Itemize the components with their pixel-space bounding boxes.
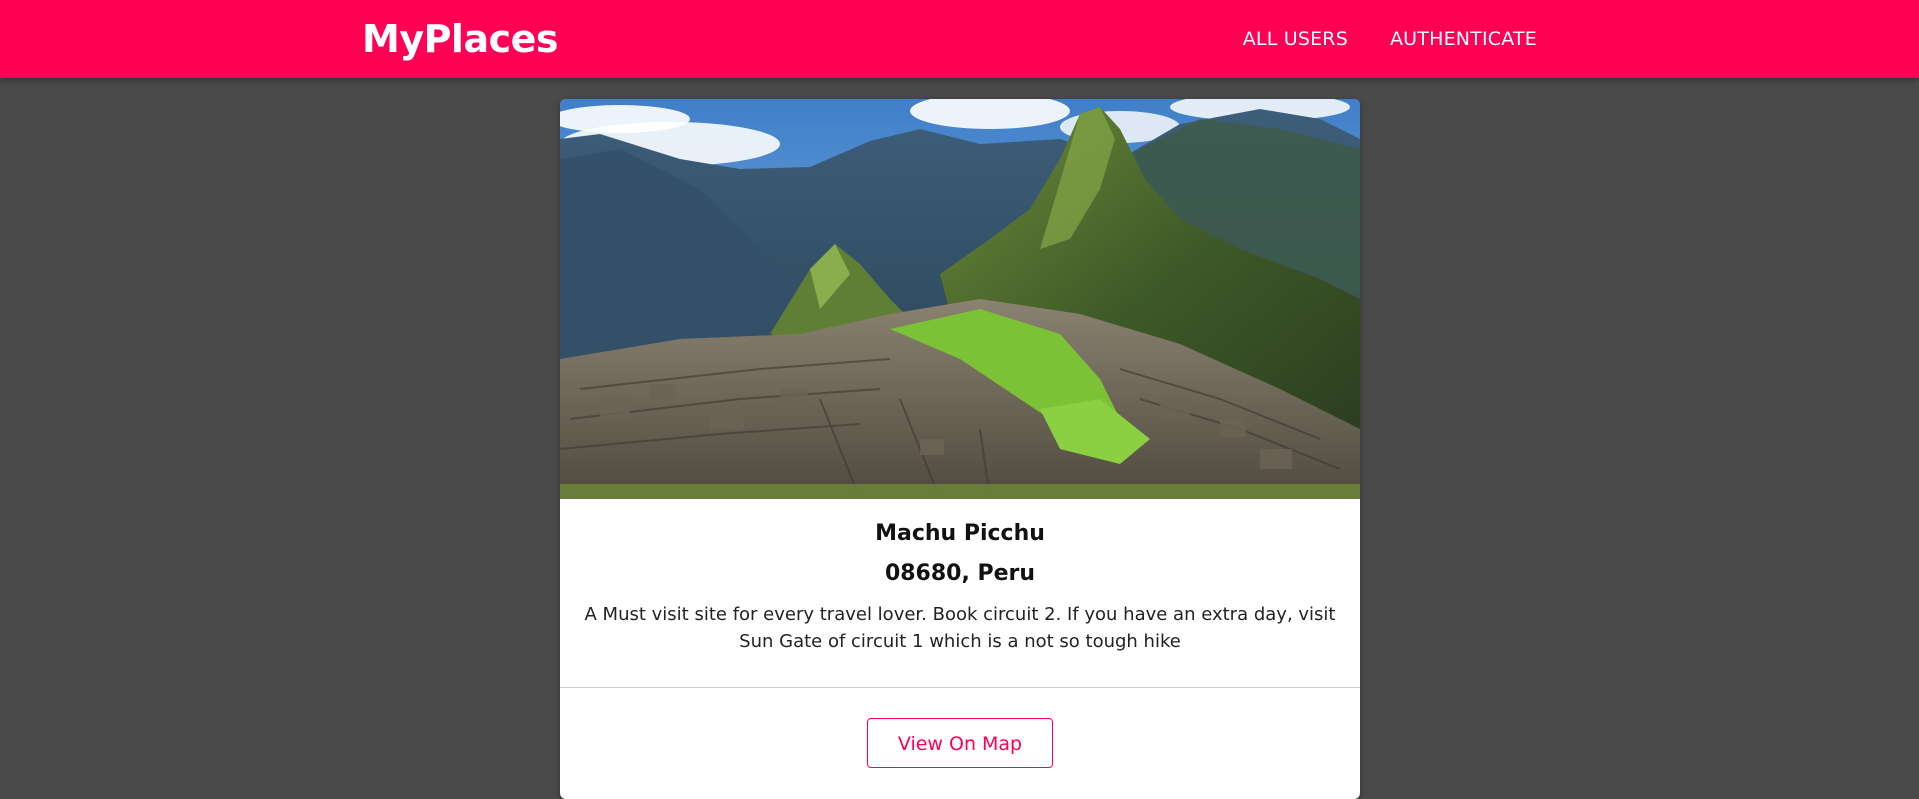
place-address: 08680, Peru [884, 561, 1036, 586]
logo[interactable]: MyPlaces [362, 16, 559, 62]
nav-link-all-users[interactable]: ALL USERS [1243, 27, 1348, 51]
place-image [560, 99, 1360, 499]
card-divider [560, 687, 1360, 688]
place-info: Machu Picchu 08680, Peru A Must visit si… [560, 499, 1360, 655]
main-header: MyPlaces ALL USERS AUTHENTICATE [0, 0, 1919, 78]
place-actions: View On Map [560, 718, 1360, 768]
main-navigation: ALL USERS AUTHENTICATE [1243, 27, 1537, 51]
view-on-map-button[interactable]: View On Map [867, 718, 1053, 768]
place-description: A Must visit site for every travel lover… [584, 604, 1336, 652]
nav-link-authenticate[interactable]: AUTHENTICATE [1390, 27, 1537, 51]
place-card: Machu Picchu 08680, Peru A Must visit si… [560, 99, 1360, 799]
place-title: Machu Picchu [875, 521, 1045, 546]
machu-picchu-photo [560, 99, 1360, 499]
